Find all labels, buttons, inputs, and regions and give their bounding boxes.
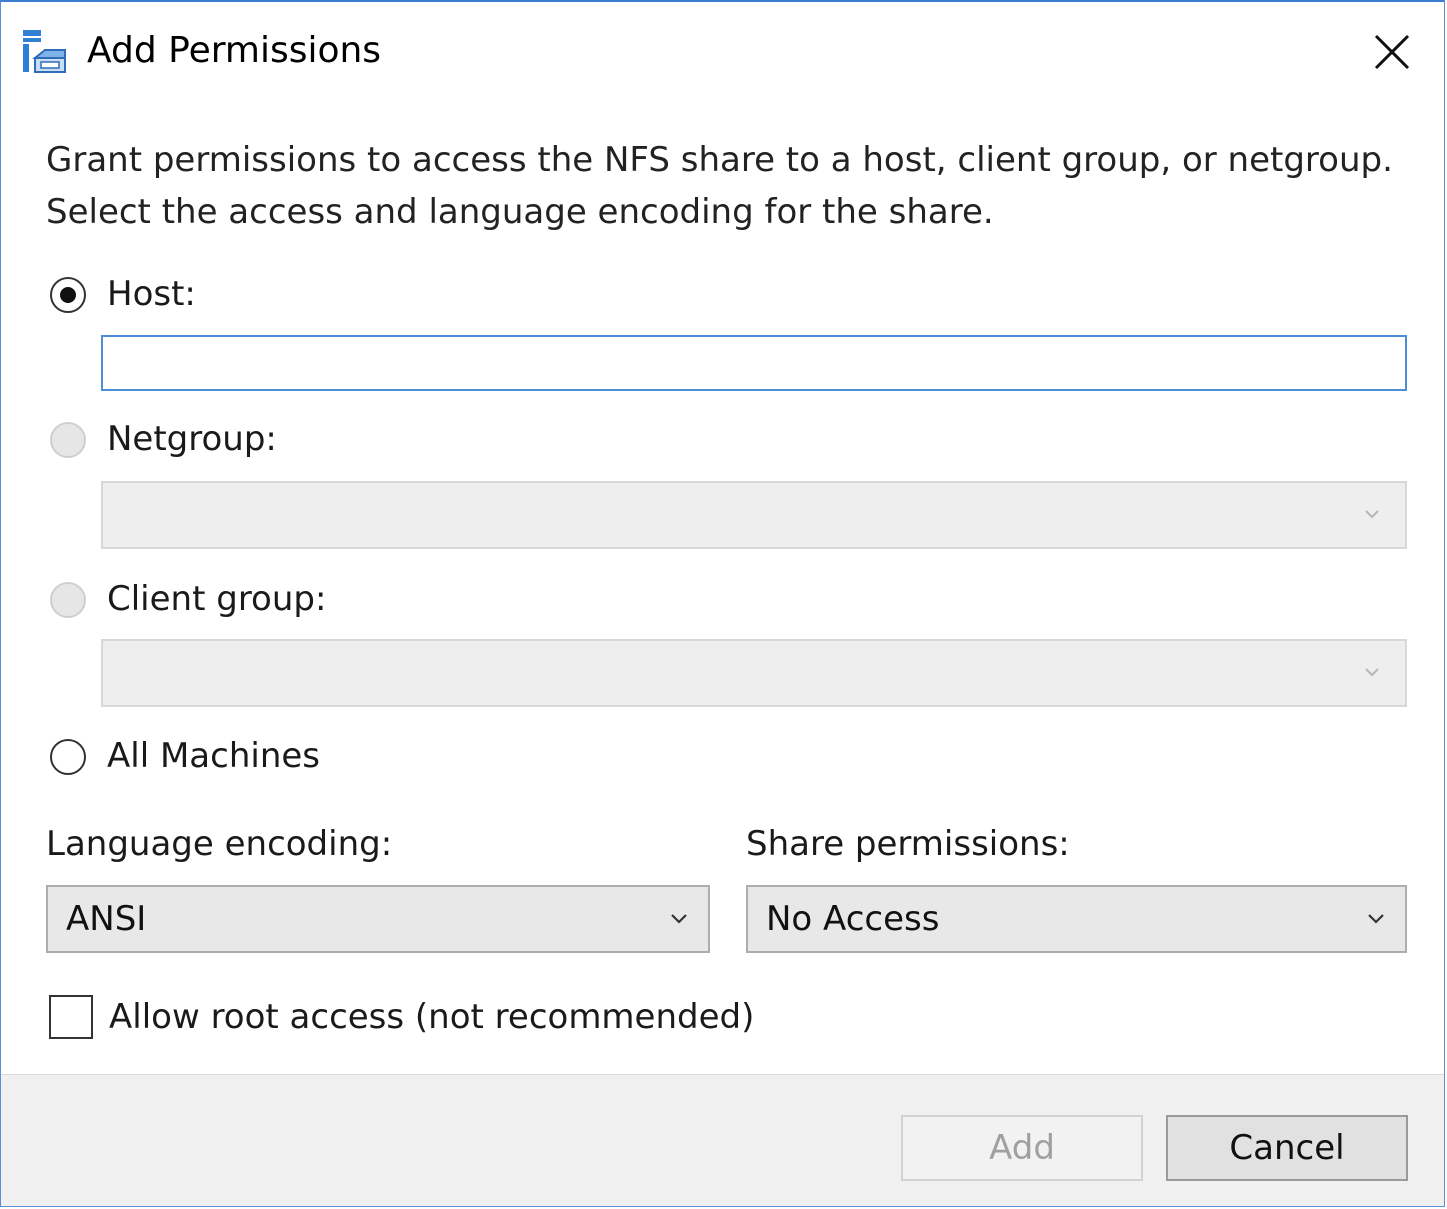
client-group-radio[interactable] [50, 582, 86, 618]
cancel-button[interactable]: Cancel [1166, 1115, 1408, 1181]
allow-root-access-checkbox[interactable] [49, 995, 93, 1039]
all-machines-label: All Machines [107, 736, 320, 776]
client-group-label: Client group: [107, 579, 327, 619]
client-group-dropdown[interactable] [101, 639, 1407, 707]
close-icon[interactable] [1368, 28, 1416, 76]
chevron-down-icon [1363, 505, 1381, 523]
language-encoding-value: ANSI [66, 899, 147, 939]
instructions-line-2: Select the access and language encoding … [46, 192, 994, 232]
add-permissions-dialog: Add Permissions Grant permissions to acc… [0, 0, 1445, 1207]
netgroup-dropdown[interactable] [101, 481, 1407, 549]
title-bar: Add Permissions [1, 2, 1444, 102]
netgroup-label: Netgroup: [107, 419, 277, 459]
chevron-down-icon [1363, 663, 1381, 681]
host-radio[interactable] [50, 277, 86, 313]
window-title: Add Permissions [87, 30, 382, 71]
netgroup-radio[interactable] [50, 422, 86, 458]
language-encoding-dropdown[interactable]: ANSI [46, 885, 710, 953]
chevron-down-icon [1365, 907, 1387, 929]
instructions-line-1: Grant permissions to access the NFS shar… [46, 140, 1393, 180]
share-permissions-value: No Access [766, 899, 940, 939]
chevron-down-icon [668, 907, 690, 929]
host-label: Host: [107, 274, 196, 314]
all-machines-radio[interactable] [50, 739, 86, 775]
nfs-share-icon [21, 28, 69, 76]
share-permissions-dropdown[interactable]: No Access [746, 885, 1407, 953]
instructions-text: Grant permissions to access the NFS shar… [46, 134, 1416, 238]
add-button[interactable]: Add [901, 1115, 1143, 1181]
share-permissions-label: Share permissions: [746, 824, 1070, 864]
allow-root-access-label: Allow root access (not recommended) [109, 997, 755, 1037]
language-encoding-label: Language encoding: [46, 824, 393, 864]
host-input[interactable] [101, 335, 1407, 391]
dialog-footer: Add Cancel [1, 1074, 1444, 1206]
